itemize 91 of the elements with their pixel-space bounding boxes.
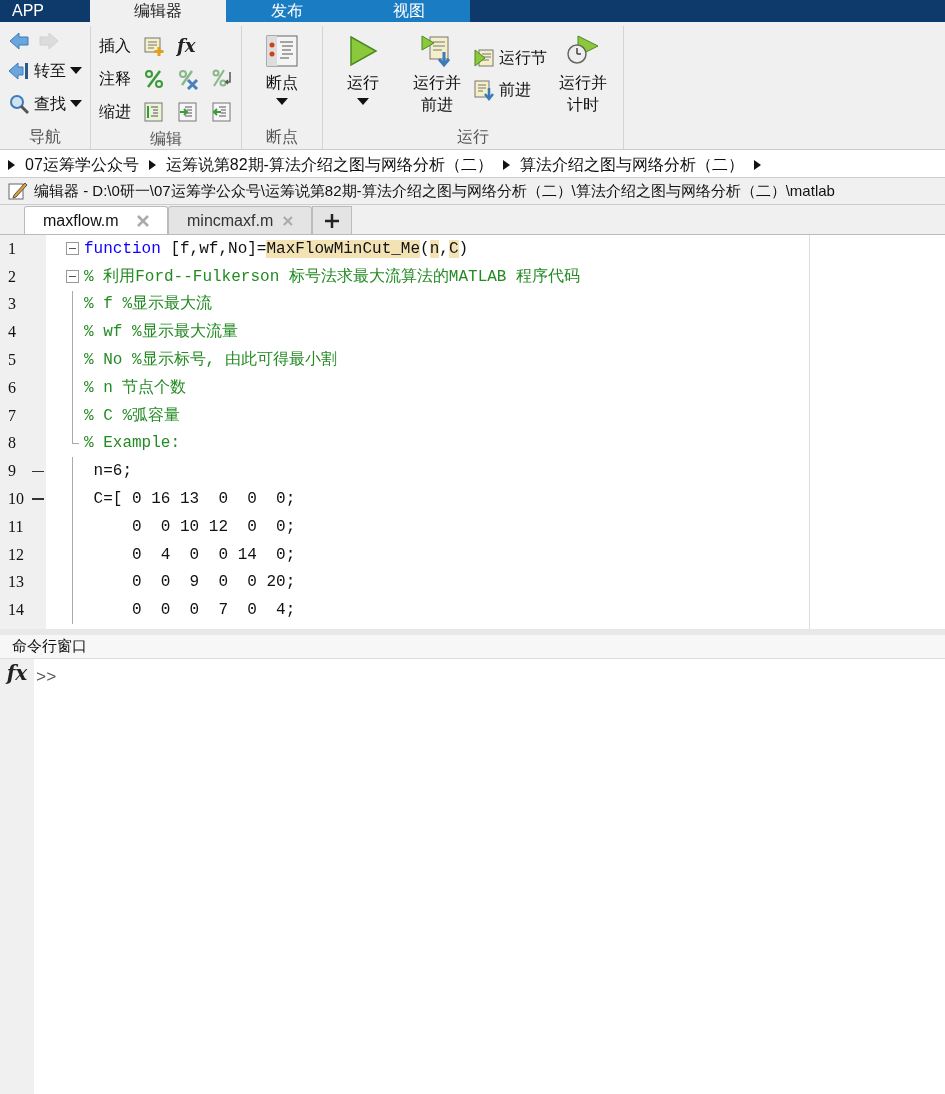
file-tab[interactable]: mincmaxf.m bbox=[168, 206, 312, 234]
arrow-to-bar-icon bbox=[8, 60, 30, 82]
function-icon[interactable]: fx bbox=[177, 36, 196, 55]
code-line: % 利用Ford--Fulkerson 标号法求最大流算法的MATLAB 程序代码 bbox=[84, 266, 581, 288]
breadcrumb-arrow-icon[interactable] bbox=[148, 159, 156, 170]
indent-left-icon bbox=[211, 100, 233, 123]
ribbon-tab[interactable]: 发布 bbox=[226, 0, 348, 22]
close-icon[interactable] bbox=[283, 214, 293, 227]
line-number: 6 bbox=[8, 377, 16, 398]
ribbon-group-label: 运行 bbox=[457, 127, 489, 147]
command-window-title: 命令行窗口 bbox=[12, 636, 87, 657]
code-line: 0 0 0 7 0 4; bbox=[131, 600, 296, 622]
breadcrumb-item[interactable]: 算法介绍之图与网络分析（二） bbox=[519, 152, 744, 177]
ribbon-button[interactable]: 运行节 bbox=[473, 46, 547, 70]
code-line: function [f,wf,No]=MaxFlowMinCut_Me(n,C) bbox=[84, 238, 469, 260]
ribbon-icon-button[interactable] bbox=[143, 67, 165, 90]
ribbon-group-label: 导航 bbox=[29, 127, 61, 147]
breadcrumb-arrow-icon[interactable] bbox=[502, 159, 510, 170]
search-icon bbox=[8, 93, 30, 115]
indent-right-icon bbox=[177, 100, 199, 123]
line-number: 5 bbox=[8, 350, 16, 371]
ribbon-large-button[interactable]: 断点 bbox=[258, 34, 306, 106]
line-number: 7 bbox=[8, 405, 16, 426]
ribbon-dropdown-button[interactable]: 转至 bbox=[8, 57, 82, 85]
dropdown-caret-icon bbox=[357, 98, 369, 106]
code-line: % n 节点个数 bbox=[84, 377, 187, 399]
ribbon-dropdown-button[interactable]: 查找 bbox=[8, 90, 82, 118]
line-number: 13 bbox=[8, 572, 24, 593]
dropdown-caret-icon bbox=[276, 98, 288, 106]
percent-cross-icon bbox=[177, 67, 199, 90]
ribbon-tab[interactable]: 编辑器 bbox=[90, 0, 226, 22]
line-number: 14 bbox=[8, 600, 24, 621]
code-line: 0 0 10 12 0 0; bbox=[131, 516, 296, 538]
code-line: C=[ 0 16 13 0 0 0; bbox=[92, 489, 296, 511]
line-number: 10 bbox=[8, 489, 24, 510]
ribbon-icon-button[interactable] bbox=[177, 100, 199, 123]
file-tab[interactable]: maxflow.m bbox=[24, 206, 168, 234]
document-down-arrow-icon bbox=[473, 79, 495, 101]
breadcrumb-item[interactable]: 07运筹学公众号 bbox=[25, 152, 139, 177]
ribbon-group-label: 编辑 bbox=[150, 129, 182, 149]
ribbon-large-button[interactable]: 运行并前进 bbox=[413, 34, 461, 116]
ribbon-large-button[interactable]: 运行并计时 bbox=[559, 34, 607, 116]
line-number: 1 bbox=[8, 238, 16, 259]
breadcrumb-item[interactable]: 运筹说第82期-算法介绍之图与网络分析（二） bbox=[165, 152, 493, 177]
document-plus-icon bbox=[143, 34, 165, 57]
ribbon-icon-button[interactable] bbox=[143, 100, 165, 123]
pencil-document-icon bbox=[8, 182, 28, 200]
ribbon-button[interactable]: 前进 bbox=[473, 78, 547, 102]
line-number: 9 bbox=[8, 461, 16, 482]
close-icon[interactable] bbox=[137, 214, 149, 227]
line-number: 4 bbox=[8, 322, 16, 343]
line-number: 11 bbox=[8, 516, 24, 537]
code-line: n=6; bbox=[92, 461, 132, 483]
line-number: 2 bbox=[8, 266, 16, 287]
ribbon-group-label: 断点 bbox=[266, 127, 298, 147]
ribbon-button[interactable]: 插入 bbox=[99, 33, 131, 58]
ribbon-button[interactable]: 注释 bbox=[99, 66, 131, 91]
indent-icon bbox=[143, 100, 165, 123]
code-line: % wf %显示最大流量 bbox=[84, 321, 238, 344]
editor-title: 编辑器 - D:\0研一\07运筹学公众号\运筹说第82期-算法介绍之图与网络分析（二）\算法介绍之图与网络分析（二）\matlab bbox=[34, 180, 835, 201]
left-arrow-icon[interactable] bbox=[8, 30, 30, 52]
breakpoints-icon bbox=[265, 34, 299, 68]
file-tab-label: mincmaxf.m bbox=[187, 210, 274, 231]
fold-minus-icon[interactable] bbox=[66, 269, 79, 283]
fold-minus-icon[interactable] bbox=[66, 242, 79, 255]
command-prompt: >> bbox=[35, 667, 57, 689]
ribbon-large-button[interactable]: 运行 bbox=[339, 34, 387, 106]
breadcrumb-arrow-icon[interactable] bbox=[753, 159, 761, 170]
dropdown-caret-icon bbox=[70, 100, 82, 108]
code-line: % f %显示最大流 bbox=[84, 293, 212, 316]
line-number: 8 bbox=[8, 433, 16, 454]
add-tab-button[interactable] bbox=[312, 206, 352, 234]
play-document-icon bbox=[473, 47, 495, 69]
percent-icon bbox=[143, 67, 165, 90]
ribbon-tab[interactable]: 视图 bbox=[348, 0, 470, 22]
code-line: % C %弧容量 bbox=[84, 405, 180, 427]
line-number: 12 bbox=[8, 544, 24, 565]
line-number: 3 bbox=[8, 294, 16, 315]
code-line: 0 4 0 0 14 0; bbox=[131, 544, 296, 566]
ribbon-icon-button[interactable] bbox=[143, 34, 165, 57]
dropdown-caret-icon bbox=[70, 67, 82, 75]
plus-icon bbox=[325, 213, 339, 228]
code-line: % Example: bbox=[84, 433, 180, 455]
code-line: 0 0 9 0 0 20; bbox=[131, 572, 296, 594]
ribbon-button[interactable]: 缩进 bbox=[99, 99, 131, 124]
file-tab-label: maxflow.m bbox=[43, 210, 120, 231]
code-line: % No %显示标号, 由此可得最小割 bbox=[84, 350, 337, 372]
ribbon-icon-button[interactable] bbox=[177, 67, 199, 90]
ribbon-icon-button[interactable] bbox=[211, 100, 233, 123]
breadcrumb-arrow-icon[interactable] bbox=[8, 159, 15, 170]
breakpoint-dash-icon[interactable] bbox=[32, 470, 44, 472]
